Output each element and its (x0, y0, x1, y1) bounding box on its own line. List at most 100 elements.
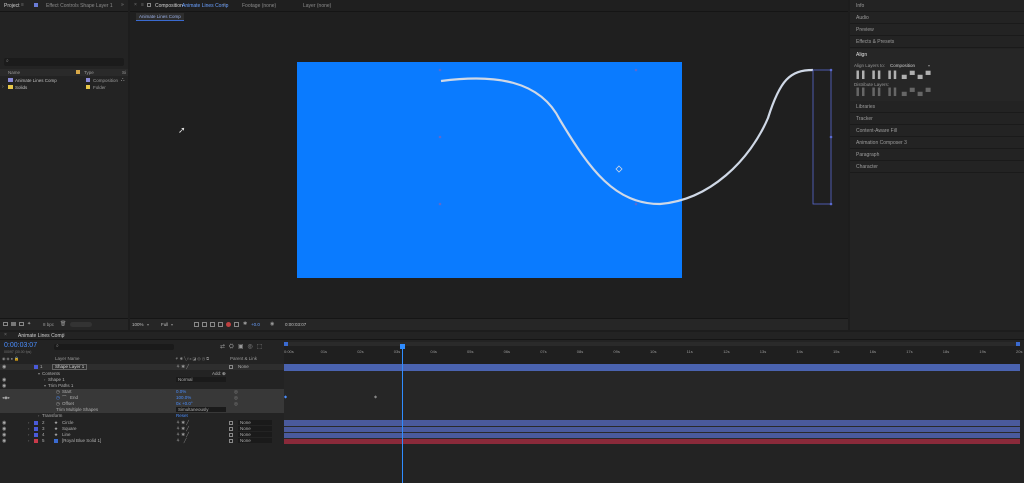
timeline-switch-icons[interactable]: ⇄⛭▣◎⬚ (220, 343, 266, 351)
align-buttons[interactable]: ▐▌▐▌▐▌▄▀▄▀ (854, 72, 934, 79)
panel-menu-icon[interactable]: ≡ (141, 2, 144, 8)
anchor-point-icon[interactable] (615, 165, 623, 173)
layer-row[interactable]: ◉ › 5 [Royal Blue Solid 1] ⚘ ╱ None (0, 438, 284, 444)
distribute-buttons[interactable]: ▐▌▐▌▐▌▄▀▄▀ (854, 89, 934, 96)
search-input[interactable]: ⌕ (4, 58, 124, 66)
col-size[interactable]: Si (122, 70, 126, 75)
layer-duration-bar[interactable] (284, 438, 1020, 444)
pickwhip-icon[interactable] (229, 433, 233, 437)
camera-snapshot-icon[interactable]: ◉ (270, 321, 274, 327)
viewer-timecode[interactable]: 0:00:03:07 (285, 322, 306, 327)
close-icon[interactable]: × (4, 332, 7, 338)
panel-menu-icon[interactable]: ≡ (62, 332, 65, 338)
panel-overflow-icon[interactable]: » (121, 2, 124, 8)
tab-effects-presets[interactable]: Effects & Presets (850, 36, 1024, 48)
tab-composition-name[interactable]: Animate Lines Comp (182, 3, 228, 9)
exposure-value[interactable]: +0.0 (251, 322, 260, 327)
layer-switches[interactable]: ⚘ ╱ (176, 438, 187, 444)
bounding-handle[interactable] (634, 202, 638, 206)
tab-tracker[interactable]: Tracker (850, 113, 1024, 125)
bounding-handle[interactable] (438, 135, 442, 139)
bounding-handle[interactable] (829, 135, 833, 139)
panel-menu-icon[interactable]: ≡ (21, 2, 24, 8)
pickwhip-icon[interactable] (229, 427, 233, 431)
layer-row[interactable]: ◉ 1 Shape Layer 1 ⚘ ✱ ╱ None (0, 364, 284, 370)
color-management-icon[interactable] (234, 322, 239, 327)
col-name[interactable]: Name (8, 70, 20, 75)
chevron-right-icon[interactable]: › (38, 413, 39, 419)
chevron-right-icon[interactable]: › (28, 438, 29, 444)
tab-project[interactable]: Project (4, 3, 20, 9)
timeline-timecode[interactable]: 0:00:03:07 (4, 342, 37, 349)
tab-info[interactable]: Info (850, 0, 1024, 12)
bounding-handle[interactable] (829, 202, 833, 206)
keyframe-icon[interactable]: ◆ (374, 394, 377, 399)
timeline-search-input[interactable]: ⌕ (54, 343, 174, 350)
label-color-swatch[interactable] (34, 427, 38, 431)
tab-character[interactable]: Character (850, 161, 1024, 173)
work-area-end-handle[interactable] (1016, 342, 1020, 346)
col-layer-name[interactable]: Layer Name (55, 356, 80, 361)
tab-effect-controls[interactable]: Effect Controls Shape Layer 1 (46, 3, 113, 9)
thumbnail-slider[interactable] (70, 322, 92, 327)
mask-visibility-icon[interactable] (210, 322, 215, 327)
tab-preview[interactable]: Preview (850, 24, 1024, 36)
chevron-right-icon[interactable]: › (2, 84, 4, 90)
pickwhip-icon[interactable] (229, 365, 233, 369)
region-of-interest-icon[interactable] (194, 322, 199, 327)
zoom-select[interactable]: 100% (132, 322, 144, 327)
visibility-eye-icon[interactable]: ◉ (2, 364, 6, 370)
bounding-handle[interactable] (634, 68, 638, 72)
layer-name[interactable]: [Royal Blue Solid 1] (62, 438, 101, 444)
project-item[interactable]: Animate Lines Comp Composition ⛬ (0, 77, 128, 84)
grid-guides-icon[interactable] (218, 322, 223, 327)
visibility-eye-icon[interactable]: ◉ (2, 438, 6, 444)
bounding-handle[interactable] (438, 202, 442, 206)
label-color-swatch[interactable] (34, 421, 38, 425)
playhead-handle[interactable] (400, 344, 406, 349)
comp-sub-tab[interactable]: Animate Lines Comp (136, 13, 184, 21)
label-color-swatch[interactable] (34, 433, 38, 437)
trimmed-path[interactable] (440, 68, 814, 206)
keyframe-icon[interactable]: ◆ (284, 394, 287, 399)
resolution-select[interactable]: Full (161, 322, 168, 327)
blend-mode-select[interactable]: Normal (176, 377, 226, 382)
bit-depth[interactable]: 8 bpc (43, 322, 54, 327)
color-channel-icon[interactable] (226, 322, 231, 327)
parent-select[interactable]: None (238, 364, 249, 370)
interpret-footage-icon[interactable] (3, 322, 8, 326)
parent-select[interactable]: None (238, 432, 272, 437)
close-icon[interactable]: × (134, 2, 137, 8)
transparency-grid-icon[interactable] (202, 322, 207, 327)
tab-audio[interactable]: Audio (850, 12, 1024, 24)
align-to-select[interactable]: Composition (890, 63, 915, 68)
layer-switches[interactable]: ⚘ ✱ ╱ (176, 364, 189, 370)
parent-select[interactable]: None (238, 426, 272, 431)
label-color-swatch[interactable] (34, 365, 38, 369)
exposure-icon[interactable]: ✱ (243, 321, 247, 327)
bounding-handle[interactable] (438, 68, 442, 72)
time-ruler[interactable]: 0:00s 01s 02s 03s 04s 05s 06s 07s 08s 09s 10s 11s 12… (284, 342, 1022, 364)
align-title[interactable]: Align (856, 52, 867, 58)
pickwhip-icon[interactable] (229, 439, 233, 443)
col-type[interactable]: Type (84, 70, 94, 75)
project-item[interactable]: › Solids Folder (0, 84, 128, 91)
tab-timeline-comp[interactable]: Animate Lines Comp (18, 333, 64, 339)
new-folder-icon[interactable] (11, 322, 16, 326)
trash-icon[interactable]: 🗑 (60, 321, 66, 327)
tab-content-aware-fill[interactable]: Content-Aware Fill (850, 125, 1024, 137)
flowchart-icon[interactable]: ⛬ (121, 77, 125, 83)
settings-icon[interactable]: ✦ (27, 321, 31, 327)
work-area-bar[interactable] (284, 342, 1020, 346)
label-color-swatch[interactable] (34, 439, 38, 443)
parent-select[interactable]: None (238, 438, 272, 443)
col-parent[interactable]: Parent & Link (230, 356, 257, 361)
tab-paragraph[interactable]: Paragraph (850, 149, 1024, 161)
reset-link[interactable]: Reset (176, 413, 188, 419)
trim-mode-select[interactable]: Simultaneously (176, 407, 226, 412)
layer-name[interactable]: Shape Layer 1 (52, 364, 88, 370)
pickwhip-icon[interactable] (229, 421, 233, 425)
bounding-handle[interactable] (829, 68, 833, 72)
playhead[interactable] (400, 344, 406, 483)
panel-menu-icon[interactable]: ≡ (223, 2, 226, 8)
